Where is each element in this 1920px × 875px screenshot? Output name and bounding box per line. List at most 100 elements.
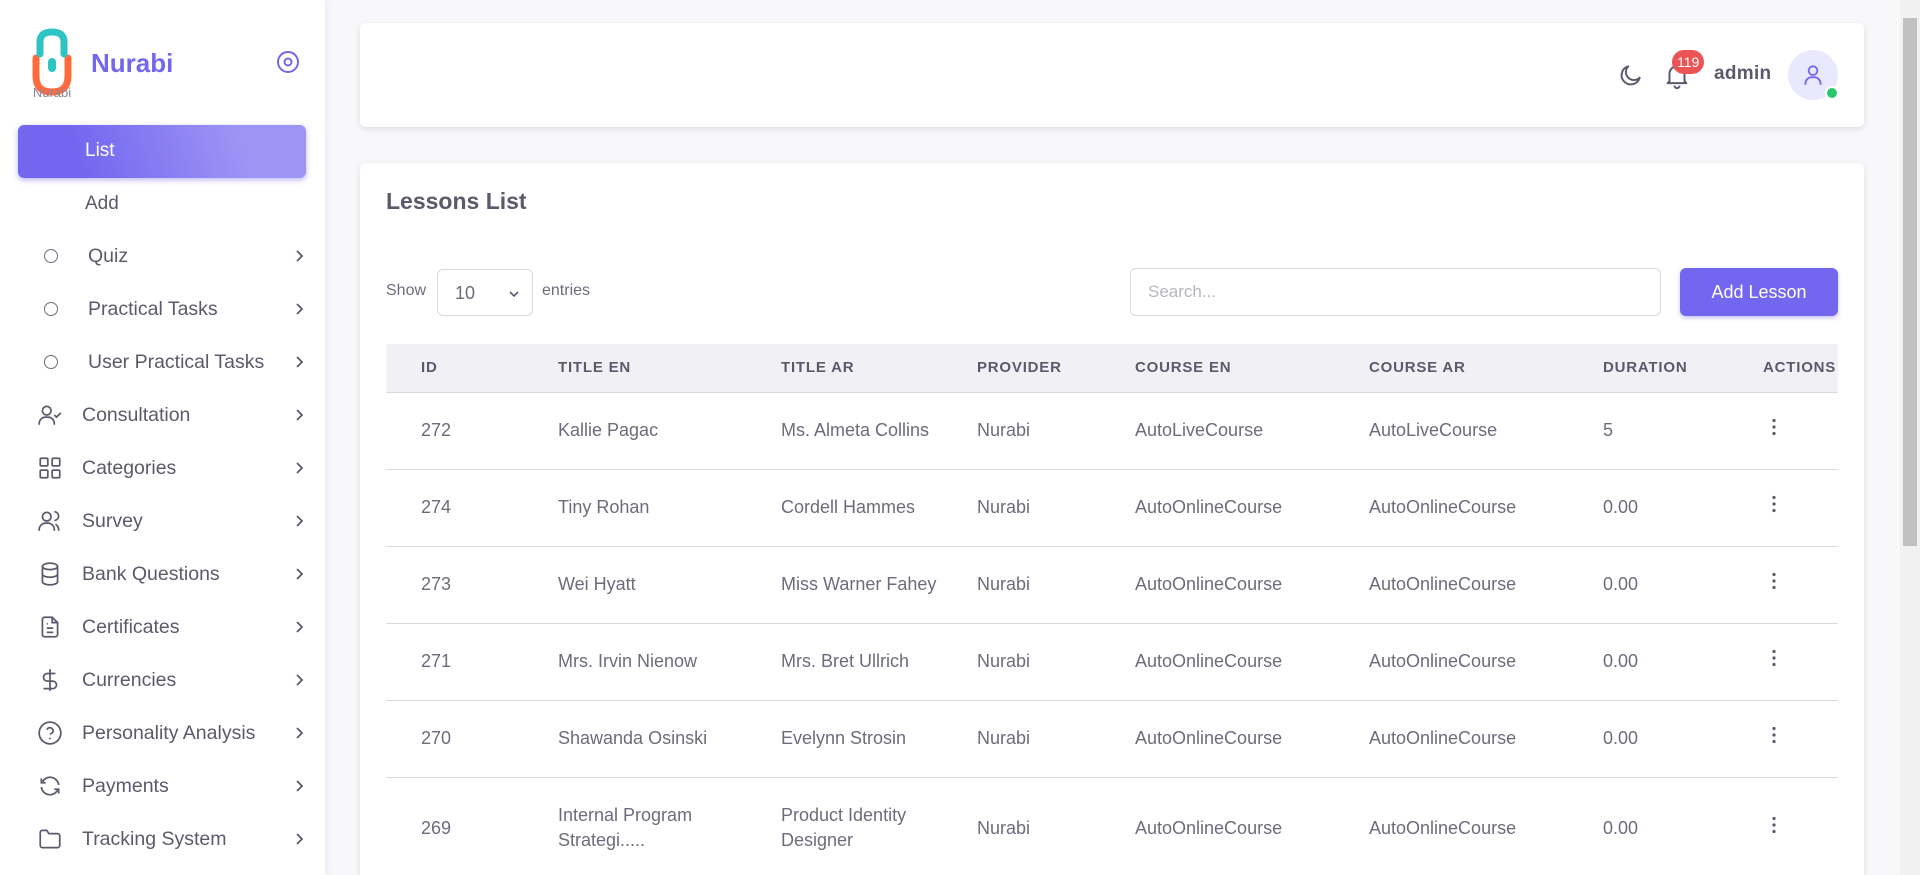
sidebar-item-certificates[interactable]: Certificates bbox=[36, 609, 306, 645]
chevron-right-icon bbox=[296, 356, 304, 368]
show-label: Show bbox=[386, 282, 427, 299]
sidebar-item-label: Quiz bbox=[88, 244, 129, 267]
cell-course-en: AutoOnlineCourse bbox=[1100, 546, 1334, 624]
cell-title-ar: Product Identity Designer bbox=[746, 777, 942, 875]
chevron-right-icon bbox=[296, 621, 304, 633]
page-title: Lessons List bbox=[386, 188, 527, 214]
cell-title-en: Tiny Rohan bbox=[523, 469, 746, 547]
chevron-right-icon bbox=[296, 303, 304, 315]
column-header-id[interactable]: ID bbox=[386, 344, 523, 393]
sidebar-item-tracking-system[interactable]: Tracking System bbox=[36, 821, 306, 857]
cell-course-ar: AutoOnlineCourse bbox=[1334, 623, 1568, 701]
add-lesson-button[interactable]: Add Lesson bbox=[1680, 268, 1838, 316]
user-check-icon bbox=[36, 401, 64, 429]
cell-actions bbox=[1728, 623, 1838, 701]
cell-duration: 0.00 bbox=[1568, 700, 1728, 778]
column-header-duration[interactable]: DURATION bbox=[1568, 344, 1728, 393]
brand[interactable]: Nurabi Nurabi bbox=[28, 28, 308, 100]
cell-course-en: AutoOnlineCourse bbox=[1100, 469, 1334, 547]
cell-provider: Nurabi bbox=[942, 623, 1100, 701]
sidebar-item-survey[interactable]: Survey bbox=[36, 503, 306, 539]
dollar-icon bbox=[36, 666, 64, 694]
chevron-right-icon bbox=[296, 727, 304, 739]
username[interactable]: admin bbox=[1714, 63, 1771, 85]
cell-title-ar: Miss Warner Fahey bbox=[746, 546, 942, 624]
column-header-course-en[interactable]: COURSE EN bbox=[1100, 344, 1334, 393]
sidebar-item-user-practical-tasks[interactable]: User Practical Tasks bbox=[36, 344, 306, 380]
database-icon bbox=[36, 560, 64, 588]
cell-title-ar: Evelynn Strosin bbox=[746, 700, 942, 778]
circle-icon bbox=[44, 249, 58, 263]
cell-course-ar: AutoLiveCourse bbox=[1334, 392, 1568, 470]
sidebar-item-label: Certificates bbox=[82, 615, 180, 638]
table-row: 269 Internal Program Strategi..... Produ… bbox=[386, 777, 1838, 875]
chevron-right-icon bbox=[296, 780, 304, 792]
cell-course-ar: AutoOnlineCourse bbox=[1334, 469, 1568, 547]
cell-title-ar: Mrs. Bret Ullrich bbox=[746, 623, 942, 701]
table-row: 270 Shawanda Osinski Evelynn Strosin Nur… bbox=[386, 700, 1838, 778]
cell-title-en: Mrs. Irvin Nienow bbox=[523, 623, 746, 701]
cell-provider: Nurabi bbox=[942, 392, 1100, 470]
cell-id: 270 bbox=[386, 700, 523, 778]
cell-title-en: Shawanda Osinski bbox=[523, 700, 746, 778]
cell-title-en: Wei Hyatt bbox=[523, 546, 746, 624]
cell-title-ar: Ms. Almeta Collins bbox=[746, 392, 942, 470]
sidebar-item-add[interactable]: Add bbox=[85, 193, 119, 215]
chevron-down-icon bbox=[509, 291, 519, 298]
sidebar-item-list[interactable]: List bbox=[18, 125, 306, 178]
more-vertical-icon[interactable] bbox=[1762, 492, 1786, 516]
table-row: 274 Tiny Rohan Cordell Hammes Nurabi Aut… bbox=[386, 469, 1838, 547]
column-header-course-ar[interactable]: COURSE AR bbox=[1334, 344, 1568, 393]
sidebar-item-quiz[interactable]: Quiz bbox=[36, 238, 306, 274]
column-header-title-en[interactable]: TITLE EN bbox=[523, 344, 746, 393]
cell-duration: 0.00 bbox=[1568, 623, 1728, 701]
more-vertical-icon[interactable] bbox=[1762, 723, 1786, 747]
cell-title-ar: Cordell Hammes bbox=[746, 469, 942, 547]
cell-course-en: AutoLiveCourse bbox=[1100, 392, 1334, 470]
column-header-actions: ACTIONS bbox=[1728, 344, 1838, 393]
sidebar-item-consultation[interactable]: Consultation bbox=[36, 397, 306, 433]
more-vertical-icon[interactable] bbox=[1762, 813, 1786, 837]
sidebar-toggle-icon[interactable] bbox=[276, 50, 300, 74]
cell-title-en: Internal Program Strategi..... bbox=[523, 777, 746, 875]
cell-id: 271 bbox=[386, 623, 523, 701]
search-input[interactable] bbox=[1130, 268, 1661, 316]
sidebar-item-label: Categories bbox=[82, 456, 177, 479]
sidebar-item-categories[interactable]: Categories bbox=[36, 450, 306, 486]
circle-icon bbox=[44, 302, 58, 316]
cell-course-ar: AutoOnlineCourse bbox=[1334, 546, 1568, 624]
table-row: 273 Wei Hyatt Miss Warner Fahey Nurabi A… bbox=[386, 546, 1838, 624]
sidebar-item-label: List bbox=[85, 140, 115, 161]
sidebar-item-label: Tracking System bbox=[82, 827, 227, 850]
more-vertical-icon[interactable] bbox=[1762, 646, 1786, 670]
cell-course-ar: AutoOnlineCourse bbox=[1334, 700, 1568, 778]
moon-icon[interactable] bbox=[1618, 62, 1644, 88]
cell-duration: 0.00 bbox=[1568, 777, 1728, 875]
more-vertical-icon[interactable] bbox=[1762, 415, 1786, 439]
chevron-right-icon bbox=[296, 833, 304, 845]
folder-icon bbox=[36, 825, 64, 853]
sidebar-item-currencies[interactable]: Currencies bbox=[36, 662, 306, 698]
cell-provider: Nurabi bbox=[942, 700, 1100, 778]
cell-course-en: AutoOnlineCourse bbox=[1100, 700, 1334, 778]
sidebar-item-label: Payments bbox=[82, 774, 169, 797]
brand-logo-text: Nurabi bbox=[32, 85, 72, 100]
table-header-row: ID TITLE EN TITLE AR PROVIDER COURSE EN … bbox=[386, 344, 1838, 393]
notification-badge: 119 bbox=[1672, 50, 1705, 74]
chevron-right-icon bbox=[296, 674, 304, 686]
column-header-provider[interactable]: PROVIDER bbox=[942, 344, 1100, 393]
sidebar-item-payments[interactable]: Payments bbox=[36, 768, 306, 804]
sidebar-item-bank-questions[interactable]: Bank Questions bbox=[36, 556, 306, 592]
sidebar-item-label: Personality Analysis bbox=[82, 721, 256, 744]
more-vertical-icon[interactable] bbox=[1762, 569, 1786, 593]
sidebar-item-label: Currencies bbox=[82, 668, 177, 691]
page-scrollbar-thumb[interactable] bbox=[1903, 18, 1917, 546]
sidebar-item-personality-analysis[interactable]: Personality Analysis bbox=[36, 715, 306, 751]
entries-select[interactable]: 10 bbox=[437, 269, 533, 316]
cell-actions bbox=[1728, 469, 1838, 547]
chevron-right-icon bbox=[296, 515, 304, 527]
column-header-title-ar[interactable]: TITLE AR bbox=[746, 344, 942, 393]
cell-provider: Nurabi bbox=[942, 469, 1100, 547]
sidebar-item-practical-tasks[interactable]: Practical Tasks bbox=[36, 291, 306, 327]
entries-select-value: 10 bbox=[455, 283, 476, 303]
